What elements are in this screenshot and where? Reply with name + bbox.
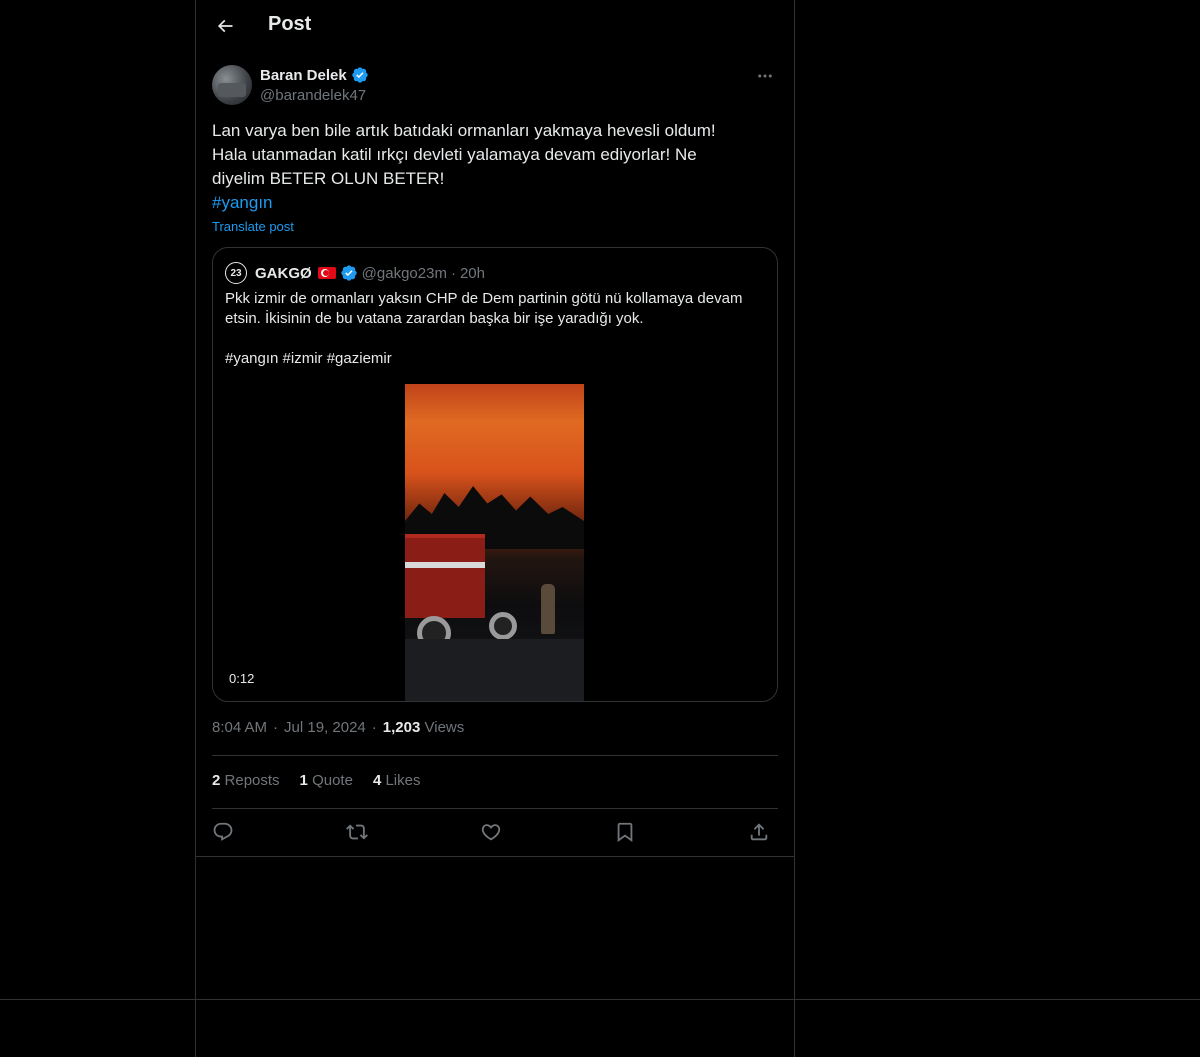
- post-text: Lan varya ben bile artık batıdaki ormanl…: [212, 119, 778, 215]
- video-duration: 0:12: [225, 670, 259, 687]
- quote-avatar[interactable]: 23: [225, 262, 247, 284]
- post-meta: 8:04 AM · Jul 19, 2024 · 1,203 Views: [212, 719, 464, 736]
- quote-text-line: Pkk izmir de ormanları yaksın CHP de Dem…: [225, 290, 743, 327]
- hashtag-link[interactable]: #yangın: [212, 193, 273, 212]
- quotes-label: Quote: [312, 772, 353, 789]
- video-player[interactable]: [405, 384, 584, 701]
- translate-post-link[interactable]: Translate post: [212, 219, 294, 234]
- quote-header: 23 GAKGØ @gakgo23m · 20h: [225, 261, 485, 285]
- action-bar: [212, 817, 778, 847]
- separator-dot: ·: [450, 264, 456, 282]
- reposts-label: Reposts: [224, 772, 280, 789]
- views-count: 1,203: [382, 719, 421, 736]
- likes-count: 4: [372, 772, 382, 789]
- post-text-line: Hala utanmadan katil ırkçı devleti yalam…: [212, 145, 697, 164]
- divider: [212, 755, 778, 756]
- footer-divider: [0, 999, 1200, 1000]
- post-text-line: Lan varya ben bile artık batıdaki ormanl…: [212, 121, 716, 140]
- separator-dot: ·: [273, 719, 279, 736]
- author-row: Baran Delek @barandelek47: [212, 64, 778, 108]
- divider: [212, 808, 778, 809]
- likes-stat[interactable]: 4 Likes: [373, 772, 421, 789]
- verified-badge-icon: [352, 67, 368, 83]
- share-button[interactable]: [744, 817, 774, 847]
- post-time[interactable]: 8:04 AM: [212, 719, 267, 736]
- bookmark-icon: [617, 822, 633, 843]
- main-column: Post Baran Delek @barandelek47 Lan varya…: [195, 0, 795, 1057]
- like-button[interactable]: [476, 817, 506, 847]
- share-icon: [750, 823, 768, 841]
- repost-button[interactable]: [342, 817, 372, 847]
- quote-text: Pkk izmir de ormanları yaksın CHP de Dem…: [225, 289, 765, 369]
- more-icon: [758, 74, 772, 78]
- reposts-count: 2: [212, 772, 221, 789]
- quote-author-handle[interactable]: @gakgo23m: [362, 265, 447, 282]
- post-bottom-border: [196, 856, 794, 857]
- author-handle[interactable]: @barandelek47: [260, 87, 366, 104]
- turkey-flag-icon: [317, 267, 336, 279]
- reply-button[interactable]: [208, 817, 238, 847]
- author-name[interactable]: Baran Delek: [260, 67, 347, 84]
- post-header: Post: [196, 0, 794, 53]
- separator-dot: ·: [371, 719, 377, 736]
- reposts-stat[interactable]: 2 Reposts: [212, 772, 280, 789]
- bookmark-button[interactable]: [610, 817, 640, 847]
- more-button[interactable]: [752, 64, 778, 88]
- repost-icon: [346, 824, 368, 840]
- views-stat[interactable]: 1,203 Views: [383, 719, 464, 736]
- quote-timestamp[interactable]: 20h: [460, 265, 485, 282]
- quote-hashtags[interactable]: #yangın #izmir #gaziemir: [225, 349, 765, 369]
- verified-badge-icon: [340, 265, 357, 281]
- page-title: Post: [268, 13, 312, 35]
- reply-icon: [213, 822, 233, 841]
- video-ground: [405, 639, 584, 701]
- video-person: [541, 584, 555, 634]
- arrow-left-icon: [217, 19, 233, 33]
- avatar[interactable]: [212, 65, 252, 105]
- video-fire-truck: [405, 534, 485, 618]
- views-label: Views: [424, 719, 465, 736]
- post-text-line: diyelim BETER OLUN BETER!: [212, 169, 445, 188]
- page: Post Baran Delek @barandelek47 Lan varya…: [0, 0, 1200, 1057]
- engagement-stats: 2 Reposts 1 Quote 4 Likes: [212, 772, 420, 789]
- likes-label: Likes: [385, 772, 421, 789]
- author-name-row[interactable]: Baran Delek: [260, 66, 369, 84]
- quotes-stat[interactable]: 1 Quote: [300, 772, 353, 789]
- quote-author-name[interactable]: GAKGØ: [255, 265, 312, 282]
- back-button[interactable]: [208, 9, 242, 43]
- quoted-post[interactable]: 23 GAKGØ @gakgo23m · 20h Pkk izmir de or…: [212, 247, 778, 702]
- heart-icon: [481, 824, 501, 841]
- video-truck-wheel: [489, 612, 517, 640]
- quotes-count: 1: [299, 772, 308, 789]
- post-date[interactable]: Jul 19, 2024: [284, 719, 366, 736]
